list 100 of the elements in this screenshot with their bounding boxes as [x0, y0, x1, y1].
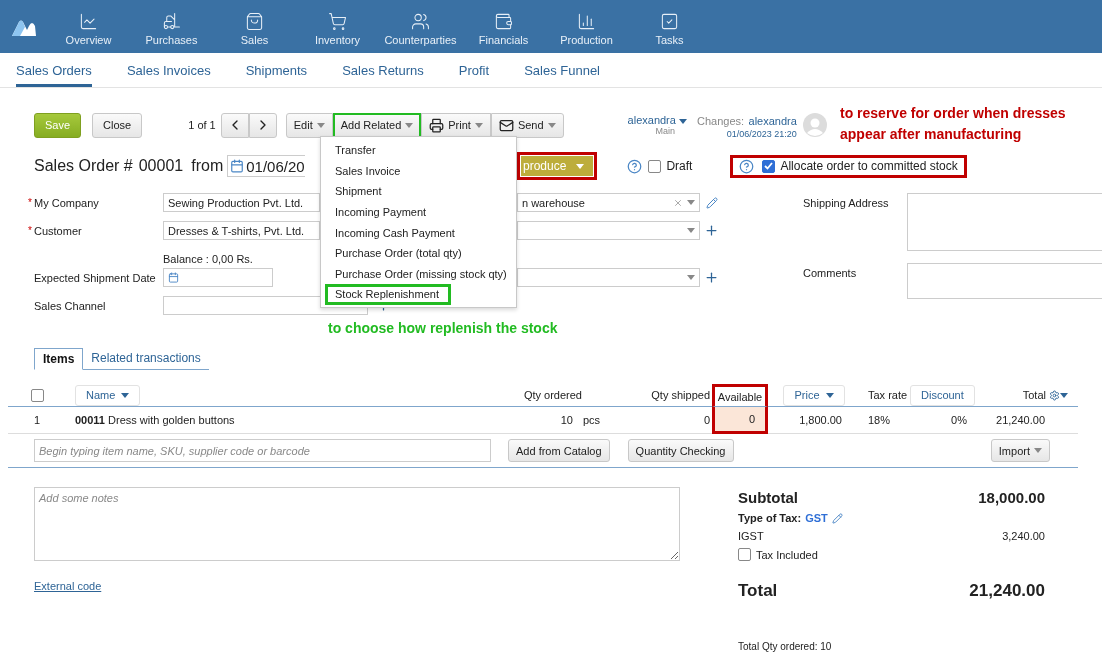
item-search-field[interactable]: Begin typing item name, SKU, supplier code or barcode [34, 439, 491, 462]
menu-item[interactable]: Sales Invoice [321, 160, 516, 182]
caret-icon [474, 122, 483, 128]
owner-link[interactable]: alexandra [627, 114, 687, 126]
menu-item[interactable]: Transfer [321, 140, 516, 161]
help-icon[interactable] [627, 158, 643, 174]
table-cell: 21,240.00 [996, 414, 1045, 426]
add-icon[interactable] [704, 270, 719, 285]
toolbar-button[interactable]: Send [490, 112, 564, 138]
tab[interactable]: Items [34, 348, 84, 370]
checkbox[interactable] [30, 388, 44, 402]
user-link[interactable]: alexandra [748, 115, 797, 127]
column-header: Qty shipped [651, 389, 710, 401]
nav-item[interactable]: Financials [462, 7, 545, 46]
bag-icon [245, 11, 264, 31]
select-field[interactable] [517, 221, 700, 240]
toolbar-button[interactable]: Add Related [332, 112, 422, 138]
tab[interactable]: Related transactions [83, 348, 209, 369]
nav-item[interactable]: Counterparties [379, 7, 462, 46]
field-label: Comments [803, 266, 858, 281]
document-title: Sales Order # [34, 157, 133, 175]
customer-field[interactable]: Dresses & T-shirts, Pvt. Ltd. [163, 221, 320, 240]
close-button[interactable]: Close [92, 112, 143, 138]
nav-tab[interactable]: Sales Invoices [126, 53, 211, 87]
people-icon [411, 11, 430, 31]
menu-item[interactable]: Incoming Payment [321, 201, 516, 223]
printer-icon [429, 117, 445, 133]
bar-chart-icon [577, 11, 596, 31]
sort-button[interactable]: Name [75, 384, 141, 406]
column-header: Total [1022, 389, 1046, 401]
calendar-icon [168, 272, 179, 283]
menu-item[interactable]: Purchase Order (total qty) [321, 242, 516, 264]
checkbox[interactable] [648, 159, 662, 173]
edit-icon[interactable] [831, 512, 843, 524]
nav-item[interactable]: Sales [213, 7, 296, 46]
checkbox[interactable] [738, 548, 751, 561]
caret-icon [825, 392, 834, 398]
toolbar-button[interactable]: Edit [285, 112, 333, 138]
company-field[interactable]: Sewing Production Pvt. Ltd. [163, 193, 320, 212]
nav-item[interactable]: Purchases [130, 7, 213, 46]
field-label: Shipping Address [803, 196, 890, 211]
nav-tab[interactable]: Sales Funnel [524, 53, 600, 87]
import-button[interactable]: Import [990, 439, 1050, 462]
caret-icon [576, 163, 585, 169]
from-label: from [191, 157, 224, 175]
column-header: Qty ordered [523, 389, 582, 401]
caret-icon [316, 122, 325, 128]
checkbox[interactable] [762, 159, 776, 173]
menu-item[interactable]: Shipment [321, 181, 516, 202]
add-icon[interactable] [704, 223, 719, 238]
mail-icon [498, 117, 514, 133]
external-code-link[interactable]: External code [34, 580, 680, 592]
settings-icon[interactable] [1049, 389, 1060, 401]
column-button[interactable]: Discount [910, 384, 975, 406]
date-field[interactable] [163, 268, 273, 287]
notes-field[interactable]: Add some notes [34, 487, 680, 561]
change-time: 01/06/2023 21:20 [726, 129, 797, 139]
caret-icon [121, 392, 130, 398]
allocate-checkbox[interactable]: Allocate order to committed stock [762, 159, 958, 173]
next-button[interactable] [248, 112, 277, 138]
field-label: Sales Channel [34, 299, 107, 312]
field-label: Expected Shipment Date [34, 271, 157, 284]
wallet-icon [494, 11, 513, 31]
nav-tab[interactable]: Profit [458, 53, 490, 87]
nav-item[interactable]: Tasks [628, 7, 711, 46]
nav-item[interactable]: Overview [47, 7, 130, 46]
help-icon[interactable] [739, 158, 755, 174]
cart-icon [328, 11, 347, 31]
tax-name: IGST [738, 530, 764, 542]
tax-type-link[interactable]: GST [805, 512, 828, 524]
draft-checkbox[interactable]: Draft [648, 159, 693, 173]
clear-icon[interactable] [673, 197, 683, 208]
changes-label: Changes: [696, 115, 745, 127]
warehouse-field[interactable]: n warehouse [517, 193, 700, 212]
edit-icon[interactable] [706, 196, 718, 209]
address-field[interactable] [907, 193, 1102, 251]
menu-item[interactable]: Purchase Order (missing stock qty) [321, 263, 516, 285]
caret-icon [547, 122, 556, 128]
caret-icon [1034, 448, 1042, 453]
nav-tab[interactable]: Sales Orders [16, 53, 92, 87]
menu-item[interactable]: Stock Replenishment [325, 284, 451, 305]
action-button[interactable]: Add from Catalog [508, 439, 610, 462]
date-field[interactable]: 01/06/20 [227, 155, 305, 177]
nav-item[interactable]: Inventory [296, 7, 379, 46]
nav-item[interactable]: Production [545, 7, 628, 46]
sort-button[interactable]: Price [783, 384, 845, 406]
required-mark: * [28, 224, 32, 236]
previous-button[interactable] [220, 112, 249, 138]
nav-tab[interactable]: Sales Returns [342, 53, 424, 87]
annotation-text: to choose how replenish the stock [328, 319, 558, 338]
nav-tab[interactable]: Shipments [245, 53, 308, 87]
toolbar-button[interactable]: Print [421, 112, 491, 138]
menu-item[interactable]: Incoming Cash Payment [321, 222, 516, 243]
caret-icon [687, 275, 695, 280]
tax-included-checkbox[interactable]: Tax Included [738, 548, 818, 561]
tax-type-label: Type of Tax: [738, 512, 802, 524]
chart-icon [79, 11, 98, 31]
comments-field[interactable] [907, 263, 1102, 299]
select-field[interactable] [517, 268, 700, 287]
action-button[interactable]: Quantity Checking [627, 439, 734, 462]
